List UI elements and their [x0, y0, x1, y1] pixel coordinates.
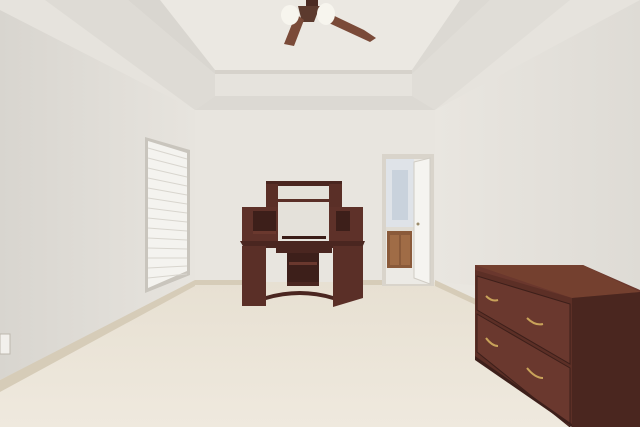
window-blinds — [145, 137, 190, 293]
bathroom-doorway — [382, 154, 434, 286]
room-illustration — [0, 0, 640, 427]
outlet — [0, 333, 11, 355]
room-photo — [0, 0, 640, 427]
